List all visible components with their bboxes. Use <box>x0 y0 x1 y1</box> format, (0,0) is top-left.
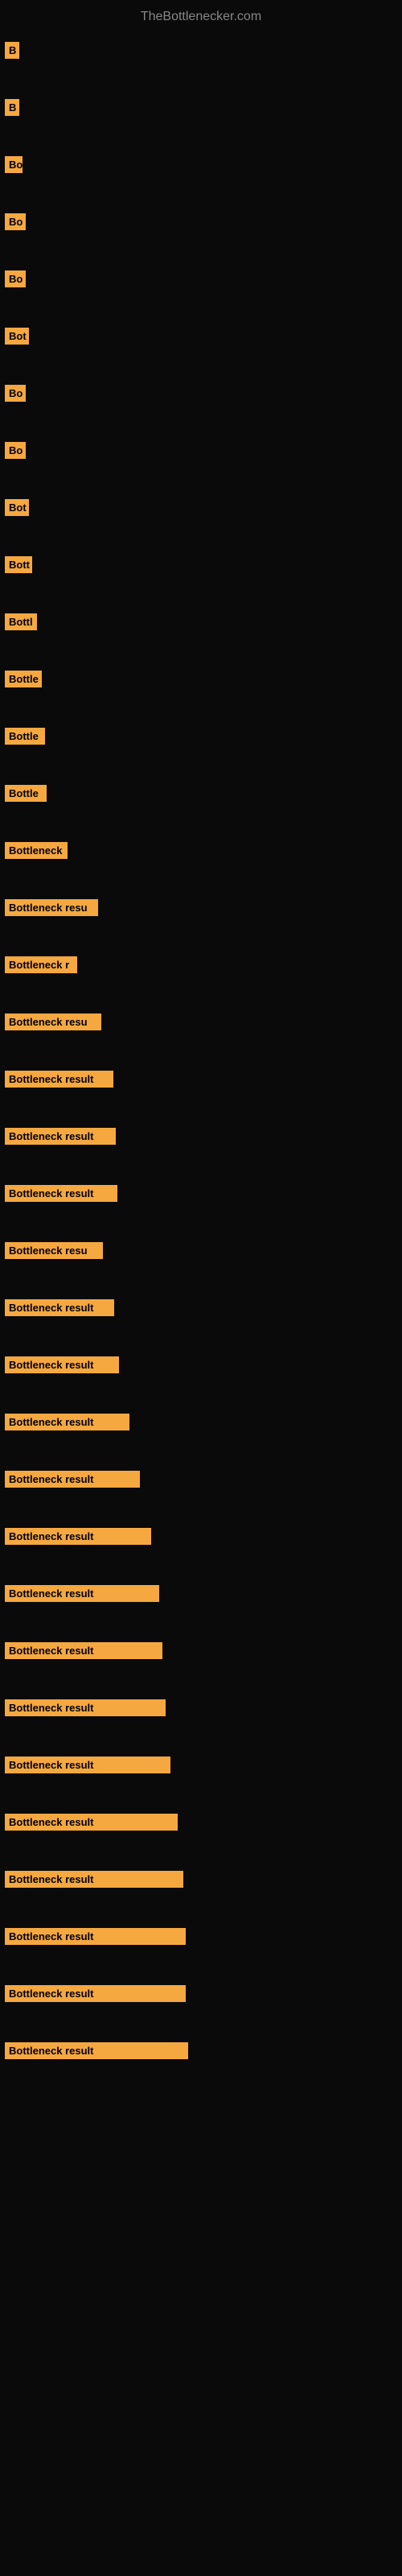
bar-label: Bottl <box>5 613 37 630</box>
bar-label: Bottle <box>5 671 42 687</box>
bar-row: Bottleneck result <box>0 1296 402 1319</box>
bar-label: Bottleneck result <box>5 1985 186 2002</box>
bar-row: Bottle <box>0 667 402 691</box>
bar-row: Bot <box>0 324 402 348</box>
bar-label: Bottleneck <box>5 842 68 859</box>
site-title: TheBottlenecker.com <box>0 0 402 31</box>
bar-label: Bo <box>5 270 26 287</box>
bar-label: Bo <box>5 385 26 402</box>
bar-row: Bo <box>0 210 402 233</box>
bar-row: Bottleneck result <box>0 1582 402 1605</box>
bar-row: Bottle <box>0 782 402 805</box>
bar-row: Bo <box>0 382 402 405</box>
bar-row: Bottleneck result <box>0 1125 402 1148</box>
bar-label: Bottle <box>5 728 45 745</box>
bar-label: Bottleneck result <box>5 1185 117 1202</box>
bar-label: Bot <box>5 328 29 345</box>
bar-label: Bottle <box>5 785 47 802</box>
bar-row: Bottleneck resu <box>0 1010 402 1034</box>
bar-row: Bottleneck r <box>0 953 402 976</box>
bar-label: Bo <box>5 213 26 230</box>
bar-row: B <box>0 96 402 119</box>
bar-row: Bottleneck result <box>0 2039 402 2062</box>
bar-row: Bottleneck result <box>0 1868 402 1891</box>
bar-row: Bo <box>0 267 402 291</box>
bar-label: Bo <box>5 156 23 173</box>
bar-label: B <box>5 42 19 59</box>
bar-row: Bottleneck result <box>0 1810 402 1834</box>
bar-row: Bottleneck result <box>0 1753 402 1777</box>
bar-row: Bo <box>0 439 402 462</box>
bar-row: Bo <box>0 153 402 176</box>
bar-row: Bottle <box>0 724 402 748</box>
bar-row: Bottleneck <box>0 839 402 862</box>
bar-row: Bott <box>0 553 402 576</box>
bar-label: Bottleneck result <box>5 1356 119 1373</box>
bar-label: Bottleneck result <box>5 1414 129 1430</box>
bar-label: Bottleneck result <box>5 1928 186 1945</box>
bar-label: B <box>5 99 19 116</box>
bar-label: Bottleneck result <box>5 1642 162 1659</box>
bar-row: Bottleneck resu <box>0 896 402 919</box>
bar-label: Bot <box>5 499 29 516</box>
bar-row: Bottleneck result <box>0 1982 402 2005</box>
bar-label: Bottleneck result <box>5 1299 114 1316</box>
bar-label: Bott <box>5 556 32 573</box>
bar-label: Bottleneck result <box>5 1871 183 1888</box>
bar-label: Bottleneck result <box>5 1757 170 1773</box>
bar-label: Bottleneck resu <box>5 899 98 916</box>
bar-row: Bottleneck result <box>0 1067 402 1091</box>
bars-container: B B Bo Bo Bo Bot Bo Bo Bot Bott Bottl Bottle Bottle B… <box>0 31 402 2104</box>
bar-label: Bottleneck result <box>5 1699 166 1716</box>
bar-row: B <box>0 39 402 62</box>
bar-row: Bottl <box>0 610 402 634</box>
bar-label: Bottleneck resu <box>5 1013 101 1030</box>
bar-label: Bottleneck result <box>5 2042 188 2059</box>
bar-label: Bottleneck result <box>5 1585 159 1602</box>
bar-row: Bottleneck result <box>0 1925 402 1948</box>
bar-row: Bottleneck result <box>0 1410 402 1434</box>
bar-label: Bottleneck result <box>5 1071 113 1088</box>
bar-row: Bottleneck result <box>0 1353 402 1377</box>
bar-row: Bottleneck result <box>0 1696 402 1719</box>
bar-label: Bottleneck resu <box>5 1242 103 1259</box>
bar-row: Bottleneck result <box>0 1468 402 1491</box>
bar-label: Bottleneck result <box>5 1471 140 1488</box>
bar-label: Bo <box>5 442 26 459</box>
bar-label: Bottleneck result <box>5 1128 116 1145</box>
bar-label: Bottleneck result <box>5 1528 151 1545</box>
bar-label: Bottleneck result <box>5 1814 178 1831</box>
bar-row: Bot <box>0 496 402 519</box>
bar-row: Bottleneck result <box>0 1182 402 1205</box>
bar-row: Bottleneck result <box>0 1639 402 1662</box>
bar-row: Bottleneck result <box>0 1525 402 1548</box>
bar-label: Bottleneck r <box>5 956 77 973</box>
bar-row: Bottleneck resu <box>0 1239 402 1262</box>
